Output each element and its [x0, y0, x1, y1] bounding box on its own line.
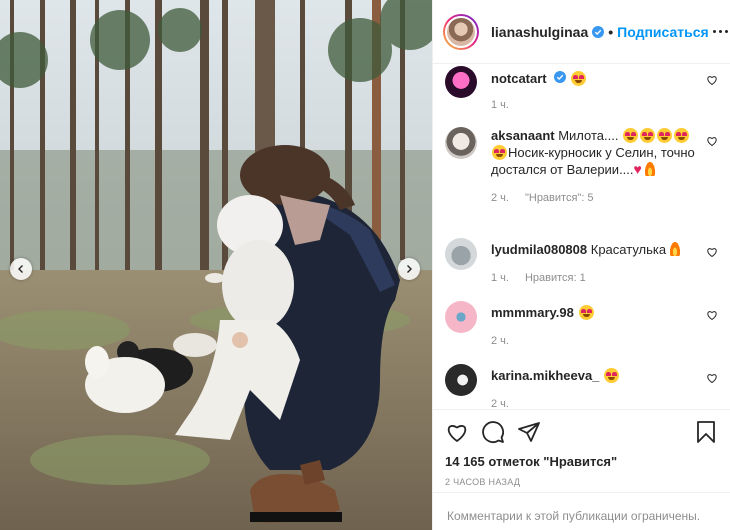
- more-options-button[interactable]: [709, 26, 730, 37]
- heart-eyes-emoji-icon: [623, 128, 639, 143]
- post-timestamp[interactable]: 2 ЧАСОВ НАЗАД: [445, 477, 718, 487]
- like-comment-heart-icon[interactable]: [706, 135, 718, 147]
- heart-eyes-emoji-icon: [578, 305, 594, 320]
- heart-eyes-emoji-icon: [570, 71, 586, 86]
- comments-limited-notice: Комментарии к этой публикации ограничены…: [433, 492, 730, 530]
- comment-item: lyudmila080808 Красатулька 1 ч. Нравится…: [445, 238, 718, 287]
- comment-text-continued: Носик-курносик у Селин, точно достался о…: [491, 145, 695, 177]
- like-heart-icon[interactable]: [445, 420, 469, 444]
- chevron-right-icon: [407, 265, 412, 273]
- comment-item: mmmmary.98 2 ч.: [445, 301, 718, 350]
- comment-time[interactable]: 2 ч.: [491, 190, 509, 207]
- comment-time[interactable]: 2 ч.: [491, 333, 509, 350]
- fire-emoji-icon: [669, 242, 680, 256]
- like-comment-heart-icon[interactable]: [706, 246, 718, 258]
- comment-bubble-icon[interactable]: [481, 420, 505, 444]
- comment-likes[interactable]: Нравится: 1: [525, 270, 586, 287]
- commenter-avatar[interactable]: [445, 238, 477, 270]
- comment-username[interactable]: karina.mikheeva_: [491, 368, 599, 383]
- commenter-avatar[interactable]: [445, 66, 477, 98]
- heart-eyes-emoji-icon: [657, 128, 673, 143]
- comment-time[interactable]: 1 ч.: [491, 97, 509, 114]
- commenter-avatar[interactable]: [445, 301, 477, 333]
- follow-button[interactable]: Подписаться: [617, 24, 709, 40]
- like-comment-heart-icon[interactable]: [706, 309, 718, 321]
- share-paper-plane-icon[interactable]: [517, 420, 541, 444]
- comment-text: Милота....: [558, 128, 619, 143]
- comment-username[interactable]: notcatart: [491, 71, 547, 86]
- separator-dot: •: [608, 23, 614, 40]
- comments-list[interactable]: notcatart 1 ч. aksanaant Милота.... Носи…: [433, 64, 730, 409]
- next-photo-button[interactable]: [398, 258, 420, 280]
- author-username[interactable]: lianashulginaa: [491, 24, 588, 40]
- comment-likes[interactable]: "Нравится": 5: [525, 190, 594, 207]
- fire-emoji-icon: [645, 162, 656, 176]
- comment-time[interactable]: 1 ч.: [491, 270, 509, 287]
- photo-image: [0, 0, 432, 530]
- heart-eyes-emoji-icon: [604, 368, 620, 383]
- comment-username[interactable]: aksanaant: [491, 128, 555, 143]
- like-comment-heart-icon[interactable]: [706, 372, 718, 384]
- comment-item: karina.mikheeva_ 2 ч.: [445, 364, 718, 409]
- heart-eyes-emoji-icon: [674, 128, 690, 143]
- post-actions: 14 165 отметок "Нравится" 2 ЧАСОВ НАЗАД: [433, 409, 730, 487]
- likes-count[interactable]: 14 165 отметок "Нравится": [445, 454, 718, 469]
- commenter-avatar[interactable]: [445, 364, 477, 396]
- heart-eyes-emoji-icon: [492, 145, 507, 160]
- commenter-avatar[interactable]: [445, 127, 477, 159]
- comment-username[interactable]: lyudmila080808: [491, 242, 587, 257]
- heart-eyes-emoji-icon: [640, 128, 656, 143]
- verified-badge-icon: [554, 71, 567, 83]
- comment-time[interactable]: 2 ч.: [491, 396, 509, 409]
- chevron-left-icon: [18, 265, 23, 273]
- red-heart-emoji-icon: ♥: [633, 161, 642, 177]
- author-avatar[interactable]: [443, 13, 479, 50]
- like-comment-heart-icon[interactable]: [706, 74, 718, 86]
- previous-photo-button[interactable]: [10, 258, 32, 280]
- more-icon: [712, 30, 716, 33]
- comment-text: Красатулька: [590, 242, 667, 257]
- comment-username[interactable]: mmmmary.98: [491, 305, 574, 320]
- verified-badge-icon: [592, 25, 605, 38]
- comment-item: notcatart 1 ч.: [445, 66, 718, 114]
- comment-item: aksanaant Милота.... Носик-курносик у Се…: [445, 127, 718, 207]
- post-photo[interactable]: [0, 0, 432, 530]
- save-bookmark-icon[interactable]: [694, 420, 718, 444]
- post-header: lianashulginaa • Подписаться: [433, 0, 730, 64]
- post-sidebar: lianashulginaa • Подписаться notcatart 1…: [432, 0, 730, 530]
